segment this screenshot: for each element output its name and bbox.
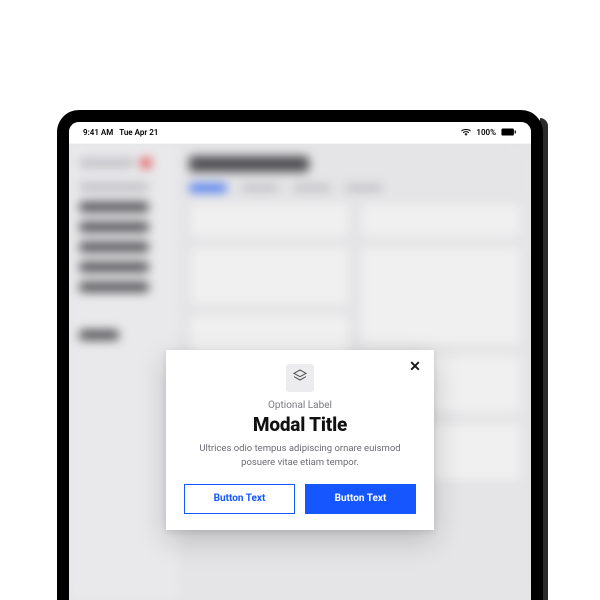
screen: 9:41 AM Tue Apr 21 100% [69,122,531,600]
layers-icon [292,368,308,388]
battery-icon [501,128,517,138]
modal-body-text: Ultrices odio tempus adipiscing ornare e… [184,442,416,470]
modal-title: Modal Title [184,413,416,436]
modal-label: Optional Label [184,400,416,411]
wifi-icon [461,128,471,138]
modal-dialog: ✕ Optional Label Modal Title Ultrices od… [166,350,434,530]
tablet-frame: 9:41 AM Tue Apr 21 100% [57,110,543,600]
primary-button[interactable]: Button Text [305,484,416,514]
secondary-button[interactable]: Button Text [184,484,295,514]
status-date: Tue Apr 21 [119,128,158,137]
modal-button-row: Button Text Button Text [184,484,416,514]
battery-text: 100% [476,128,496,137]
close-button[interactable]: ✕ [408,360,422,374]
modal-icon-wrap [286,364,314,392]
status-time: 9:41 AM [83,128,113,137]
close-icon: ✕ [409,360,421,374]
status-bar: 9:41 AM Tue Apr 21 100% [69,122,531,144]
